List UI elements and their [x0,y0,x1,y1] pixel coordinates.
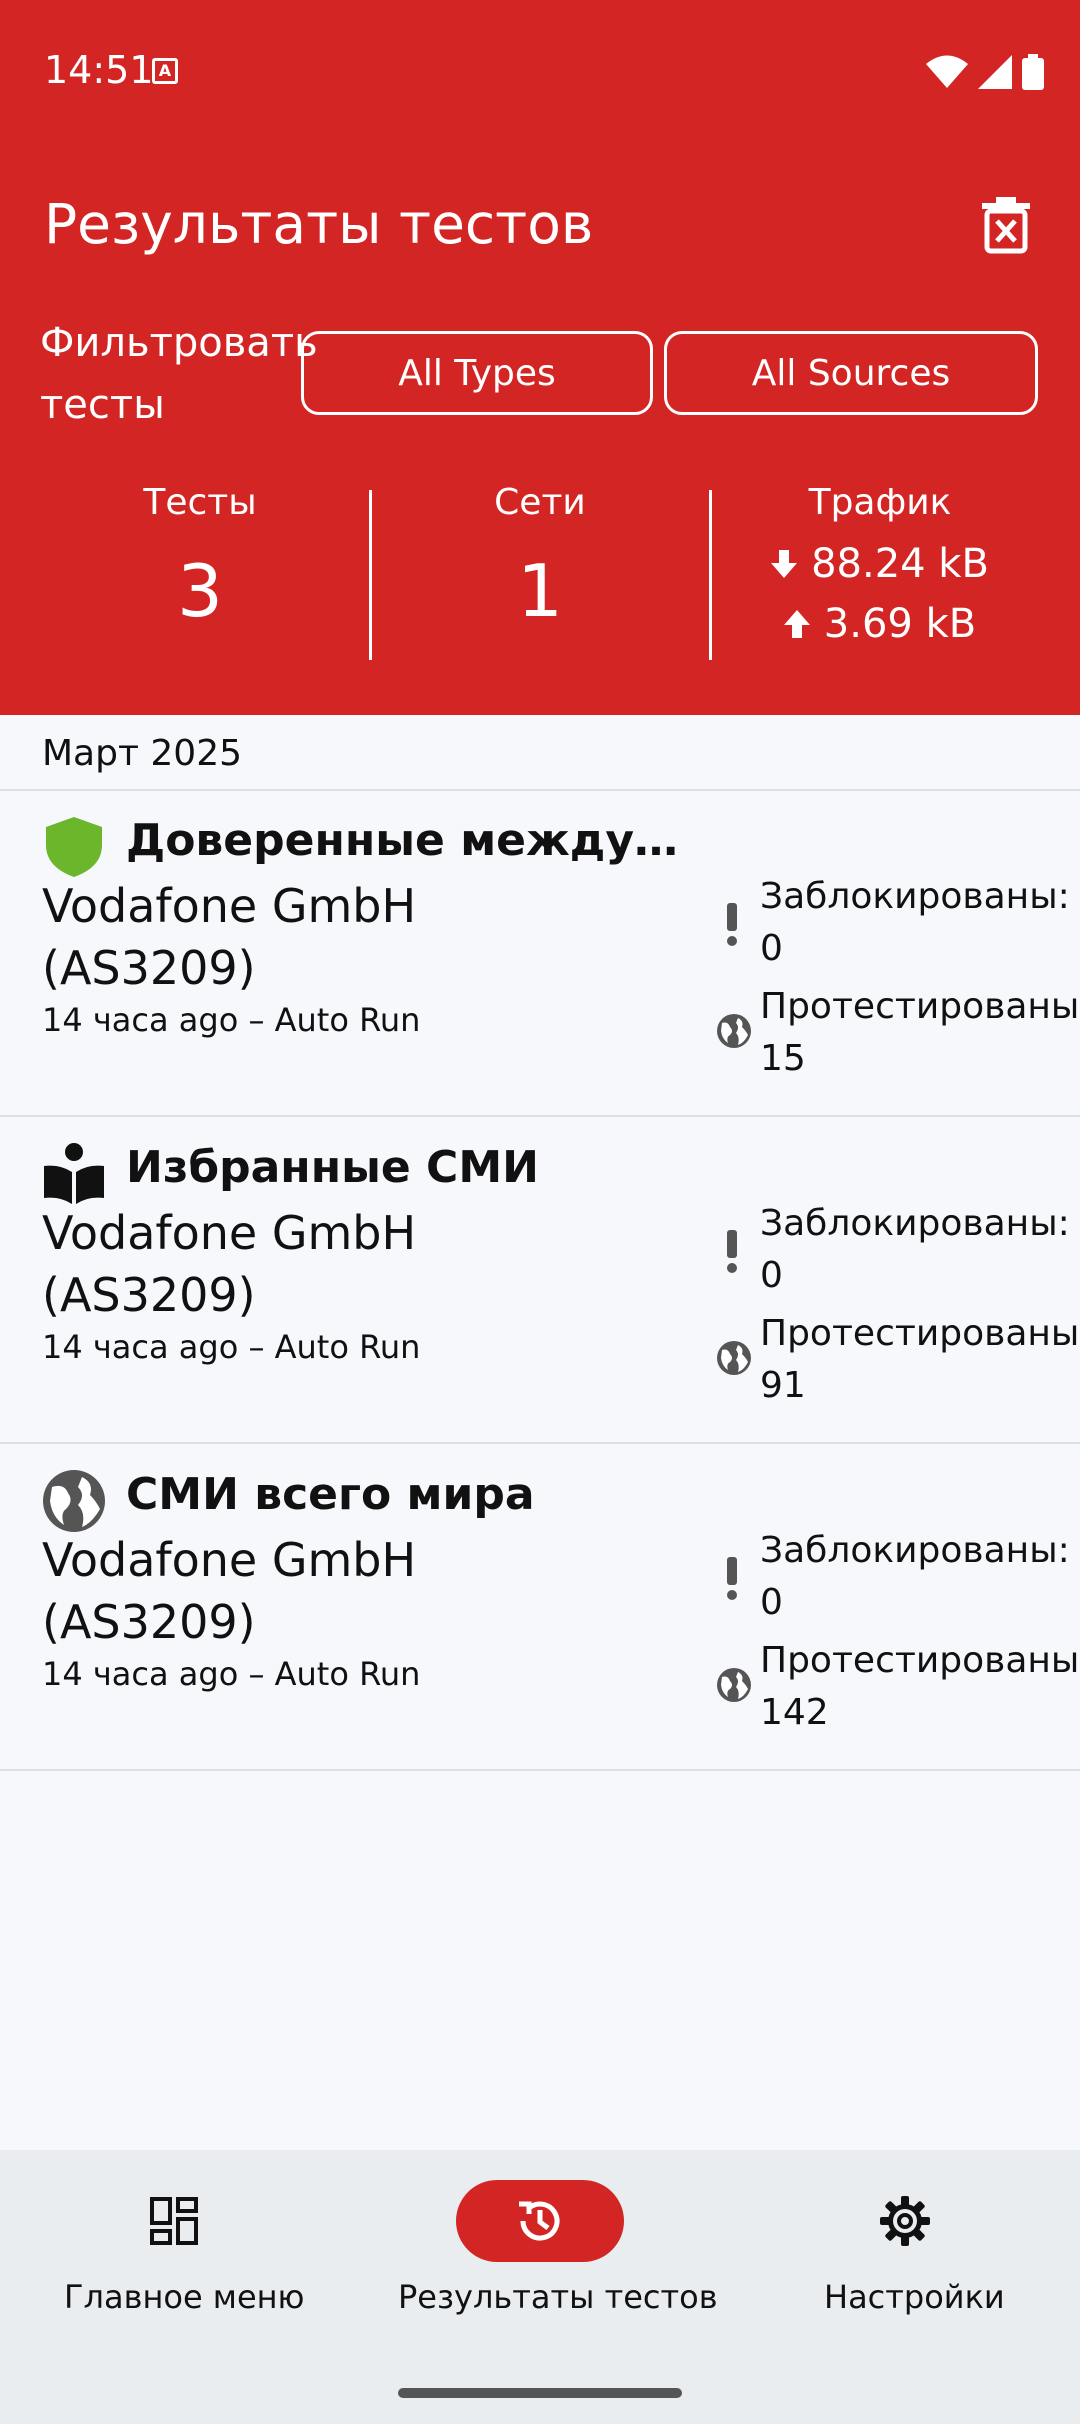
stats-divider [709,490,712,660]
nav-home-label: Главное меню [64,2278,305,2316]
delete-all-icon[interactable] [978,195,1034,255]
nav-home[interactable]: Главное меню [40,2150,308,2350]
stat-traffic: Трафик 88.24 kB 3.69 kB [720,470,1040,647]
book-reader-icon [44,1143,104,1204]
blocked-count: Заблокированы: 0 [760,1203,1070,1296]
item-meta: 14 часа ago – Auto Run [42,1001,421,1039]
stat-tests-label: Тесты [143,482,257,523]
globe-small-icon [717,1668,751,1702]
list-item[interactable]: Доверенные междунар... Vodafone GmbH (AS… [0,791,1080,1117]
globe-small-icon [717,1014,751,1048]
stats-divider [369,490,372,660]
history-icon [519,2201,560,2241]
home-indicator[interactable] [398,2388,682,2398]
globe-small-icon [717,1341,751,1375]
bottom-navigation: Главное меню Результаты тестов Настройки [0,2150,1080,2424]
download-arrow-icon [771,550,798,578]
gear-icon [880,2196,930,2246]
tested-count: Протестированы: 142 [760,1640,1080,1733]
tested-count: Протестированы: 15 [760,986,1080,1079]
blocked-count: Заблокированы: 0 [760,1530,1070,1623]
exclamation-icon [727,1557,737,1600]
filter-types-button[interactable]: All Types [301,331,653,415]
tested-count: Протестированы: 91 [760,1313,1080,1406]
globe-icon [43,1470,105,1532]
stat-networks: Сети 1 [380,470,700,633]
traffic-upload: 3.69 kB [720,601,1040,647]
item-title: СМИ всего мира [126,1469,535,1520]
filter-label: Фильтровать тесты [40,320,318,428]
blocked-count: Заблокированы: 0 [760,876,1070,969]
nav-results[interactable]: Результаты тестов [390,2150,718,2350]
item-title: Избранные СМИ [126,1142,539,1193]
nav-home-pill [90,2180,258,2262]
stat-tests-value: 3 [177,549,223,633]
app-notification-icon: A [152,58,178,84]
shield-icon [46,817,102,877]
item-title: Доверенные междунар... [126,815,686,866]
stat-traffic-label: Трафик [808,482,952,523]
item-network: Vodafone GmbH (AS3209) [42,1533,417,1649]
battery-icon [1022,54,1044,90]
stats-summary: Тесты 3 Сети 1 Трафик 88.24 kB 3.69 kB [0,470,1080,670]
status-bar: 14:51 A [0,0,1080,140]
nav-results-label: Результаты тестов [398,2278,718,2316]
upload-value: 3.69 kB [823,601,977,647]
upload-arrow-icon [783,610,810,638]
nav-settings-label: Настройки [824,2278,1005,2316]
list-item[interactable]: Избранные СМИ Vodafone GmbH (AS3209) 14 … [0,1118,1080,1444]
month-header: Март 2025 [0,715,1080,791]
month-label: Март 2025 [42,733,243,774]
status-time: 14:51 [44,48,154,92]
page-title: Результаты тестов [44,192,594,256]
item-network: Vodafone GmbH (AS3209) [42,1206,417,1322]
item-meta: 14 часа ago – Auto Run [42,1655,421,1693]
signal-icon [978,55,1012,89]
list-item[interactable]: СМИ всего мира Vodafone GmbH (AS3209) 14… [0,1445,1080,1771]
exclamation-icon [727,903,737,946]
dashboard-icon [150,2197,198,2245]
stat-tests: Тесты 3 [20,470,380,633]
nav-settings[interactable]: Настройки [790,2150,1020,2350]
traffic-download: 88.24 kB [720,541,1040,587]
item-meta: 14 часа ago – Auto Run [42,1328,421,1366]
download-value: 88.24 kB [811,541,989,587]
wifi-icon [926,55,968,88]
nav-settings-pill [821,2180,989,2262]
status-icons [926,54,1044,90]
stat-networks-label: Сети [494,482,586,523]
nav-results-pill [456,2180,624,2262]
app-header: 14:51 A Результаты тестов Фильтровать те… [0,0,1080,715]
exclamation-icon [727,1230,737,1273]
item-network: Vodafone GmbH (AS3209) [42,879,417,995]
stat-networks-value: 1 [517,549,563,633]
filter-sources-button[interactable]: All Sources [664,331,1038,415]
